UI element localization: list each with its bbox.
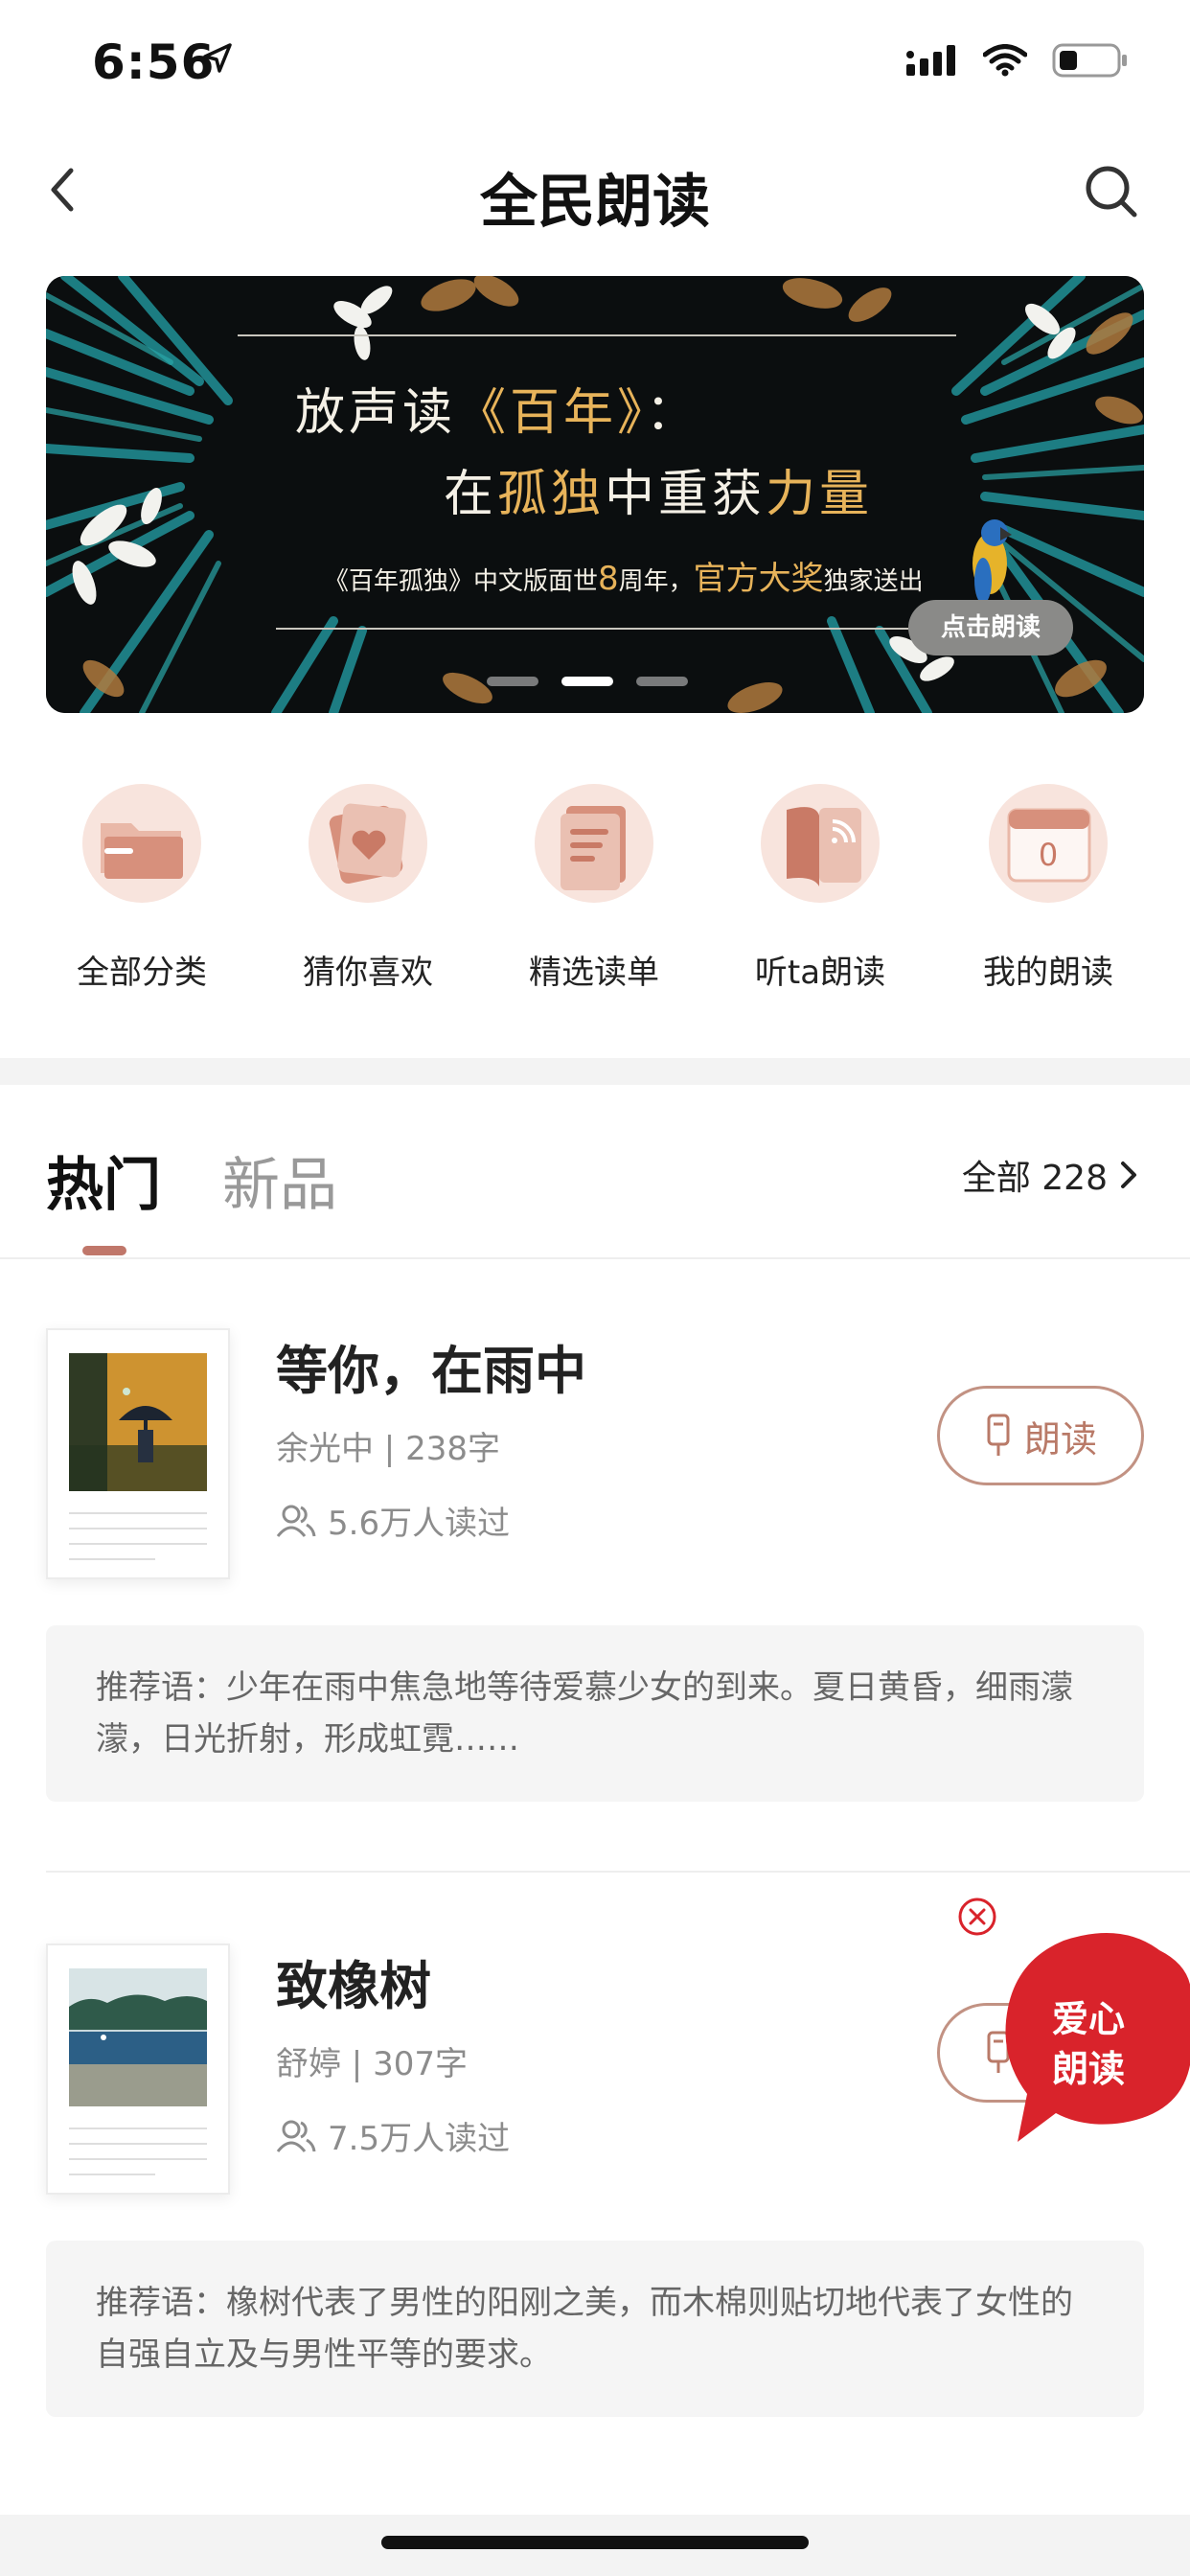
read-button-label: 朗读 [1023, 1417, 1097, 1460]
recommendation-box: 推荐语：少年在雨中焦急地等待爱慕少女的到来。夏日黄昏，细雨濛濛，日光折射，形成虹… [46, 1625, 1144, 1802]
users-icon [276, 1505, 316, 1537]
cover-image-rain [69, 1353, 207, 1491]
navigation-bar: 全民朗读 [0, 144, 1190, 240]
book-readers: 7.5万人读过 [276, 2112, 510, 2159]
active-tab-indicator [82, 1246, 126, 1255]
book-readers: 5.6万人读过 [276, 1497, 510, 1544]
cover-image-lake [69, 1968, 207, 2106]
page-title: 全民朗读 [480, 169, 710, 236]
microphone-icon [987, 1414, 1010, 1456]
book-author-wordcount: 舒婷 | 307字 [276, 2045, 468, 2083]
list-divider [46, 1871, 1190, 1873]
readers-count: 5.6万人读过 [328, 1505, 511, 1543]
heart-card-icon [309, 784, 427, 903]
banner-headline-2: 在孤独中重获力量 [444, 466, 874, 523]
carousel-dot-active[interactable] [561, 677, 613, 686]
promo-banner[interactable]: 放声读《百年》： 在孤独中重获力量 《百年孤独》中文版面世8周年，官方大奖独家送… [46, 276, 1144, 713]
category-my-readings[interactable]: 0 我的朗读 [952, 781, 1144, 993]
readers-count: 7.5万人读过 [328, 2120, 511, 2158]
love-reading-floating-badge[interactable]: 爱心 朗读 [996, 1931, 1190, 2142]
category-guess-you-like[interactable]: 猜你喜欢 [272, 781, 464, 993]
book-cover[interactable] [46, 1944, 230, 2195]
carousel-dot[interactable] [487, 677, 538, 686]
banner-read-button[interactable]: 点击朗读 [908, 600, 1073, 656]
category-all[interactable]: 全部分类 [46, 781, 238, 993]
book-title[interactable]: 致橡树 [276, 1944, 431, 2019]
category-listen-ta[interactable]: 听ta朗读 [724, 781, 916, 993]
category-row: 全部分类 猜你喜欢 精选读单 听ta朗读 0 我的朗读 [0, 781, 1190, 992]
book-author-wordcount: 余光中 | 238字 [276, 1430, 500, 1468]
category-label: 全部分类 [77, 954, 207, 992]
users-icon [276, 2120, 316, 2152]
category-label: 我的朗读 [983, 954, 1113, 992]
badge-line-2: 朗读 [1052, 2048, 1126, 2090]
home-indicator[interactable] [381, 2536, 809, 2549]
carousel-pagination [487, 677, 688, 686]
wifi-icon [983, 44, 1027, 77]
category-label: 精选读单 [529, 954, 659, 992]
recommendation-box: 推荐语：橡树代表了男性的阳刚之美，而木棉则贴切地代表了女性的自强自立及与男性平等… [46, 2241, 1144, 2417]
recommendation-text: 推荐语：少年在雨中焦急地等待爱慕少女的到来。夏日黄昏，细雨濛濛，日光折射，形成虹… [96, 1668, 1073, 1759]
view-all-link[interactable]: 全部 228 [962, 1150, 1140, 1200]
location-arrow-icon [203, 43, 232, 73]
category-label: 猜你喜欢 [303, 954, 433, 992]
carousel-dot[interactable] [636, 677, 688, 686]
category-label: 听ta朗读 [754, 954, 886, 992]
signal-icon [906, 45, 955, 76]
battery-icon [1052, 43, 1127, 78]
tab-hot[interactable]: 热门 [46, 1138, 161, 1222]
banner-headline-1: 放声读《百年》： [295, 384, 700, 442]
badge-line-1: 爱心 [1052, 1998, 1126, 2040]
close-badge-icon[interactable] [956, 1896, 998, 1938]
section-divider [0, 1058, 1190, 1085]
view-all-label: 全部 228 [961, 1159, 1108, 1198]
chevron-right-icon [1121, 1162, 1136, 1188]
document-list-icon [535, 784, 653, 903]
recommendation-text: 推荐语：橡树代表了男性的阳刚之美，而木棉则贴切地代表了女性的自强自立及与男性平等… [96, 2284, 1073, 2374]
my-readings-count: 0 [1038, 837, 1059, 873]
tab-bar: 热门 新品 全部 228 [0, 1085, 1190, 1259]
book-title[interactable]: 等你，在雨中 [276, 1328, 586, 1404]
banner-subline: 《百年孤独》中文版面世8周年，官方大奖独家送出 [324, 560, 924, 598]
status-bar: 6:56 [0, 0, 1190, 126]
category-curated-lists[interactable]: 精选读单 [498, 781, 690, 993]
status-time: 6:56 [92, 34, 216, 90]
badge-text: 爱心 朗读 [1052, 1994, 1125, 2094]
book-cover[interactable] [46, 1328, 230, 1579]
search-icon[interactable] [1081, 161, 1142, 222]
tab-new[interactable]: 新品 [222, 1138, 337, 1222]
folder-icon [82, 784, 201, 903]
broadcast-book-icon [761, 784, 880, 903]
read-aloud-button[interactable]: 朗读 [937, 1386, 1144, 1485]
